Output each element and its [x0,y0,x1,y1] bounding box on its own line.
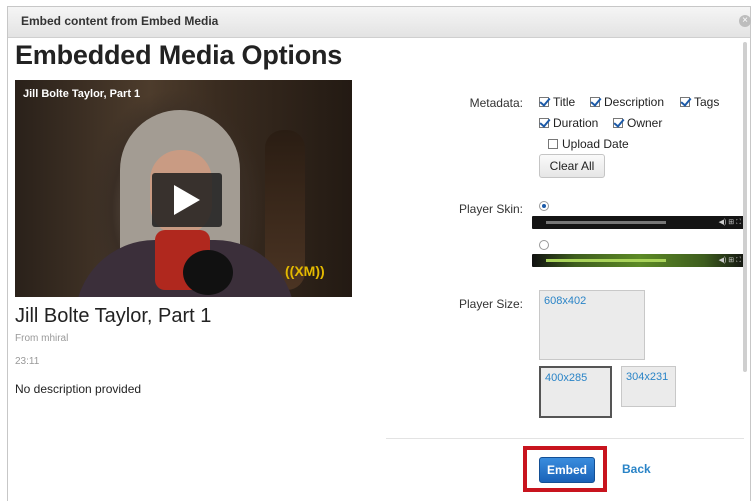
option-label: Duration [553,116,599,130]
checkbox-owner[interactable] [613,118,623,128]
size-option-608x402[interactable]: 608x402 [539,290,645,360]
dialog-title: Embed content from Embed Media [21,14,219,28]
play-icon [174,185,200,215]
video-description: No description provided [15,382,142,396]
option-label: Upload Date [562,137,629,151]
checkbox-upload-date[interactable] [548,139,558,149]
video-owner: From mhiral [15,333,69,344]
player-skin-label: Player Skin: [458,202,523,216]
video-name: Jill Bolte Taylor, Part 1 [15,305,212,327]
size-option-304x231[interactable]: 304x231 [621,366,676,407]
option-label: Owner [627,116,663,130]
microphone-shape [183,250,233,295]
dialog-scrollbar[interactable] [743,42,747,372]
video-overlay-title: Jill Bolte Taylor, Part 1 [23,88,141,100]
checkbox-title[interactable] [539,97,549,107]
checkbox-duration[interactable] [539,118,549,128]
xm-logo: ((XM)) [285,263,325,279]
footer-divider [386,438,744,439]
checkbox-description[interactable] [590,97,600,107]
size-option-400x285[interactable]: 400x285 [539,366,612,418]
skin-progress-bar [546,221,666,224]
checkbox-tags[interactable] [680,97,690,107]
video-player[interactable]: Jill Bolte Taylor, Part 1 ((XM)) [15,80,352,297]
skin-controls-icon: ◀) ⊞ ⛶ [718,257,741,264]
embed-button[interactable]: Embed [539,457,595,483]
metadata-description-option[interactable]: Description [590,95,664,109]
skin-preview-green[interactable]: ◀) ⊞ ⛶ [532,254,747,267]
metadata-title-option[interactable]: Title [539,95,575,109]
metadata-duration-option[interactable]: Duration [539,116,598,130]
embed-highlight: Embed [523,446,607,492]
skin-controls-icon: ◀) ⊞ ⛶ [718,219,741,226]
player-size-label: Player Size: [458,297,523,311]
play-button[interactable] [152,173,222,227]
close-icon[interactable]: × [739,15,751,27]
clear-all-button[interactable]: Clear All [539,154,605,178]
video-duration: 23:11 [15,356,40,367]
metadata-owner-option[interactable]: Owner [613,116,662,130]
skin-radio-dark[interactable] [539,201,549,211]
back-link[interactable]: Back [622,462,651,476]
metadata-upload-date-option[interactable]: Upload Date [548,137,629,151]
metadata-tags-option[interactable]: Tags [680,95,719,109]
metadata-label: Metadata: [469,96,523,110]
page-title: Embedded Media Options [15,40,343,70]
option-label: Tags [694,95,720,109]
option-label: Description [604,95,665,109]
skin-progress-bar [546,259,666,262]
option-label: Title [553,95,576,109]
dialog-titlebar: Embed content from Embed Media [8,7,750,38]
skin-radio-green[interactable] [539,240,549,250]
skin-preview-dark[interactable]: ◀) ⊞ ⛶ [532,216,747,229]
